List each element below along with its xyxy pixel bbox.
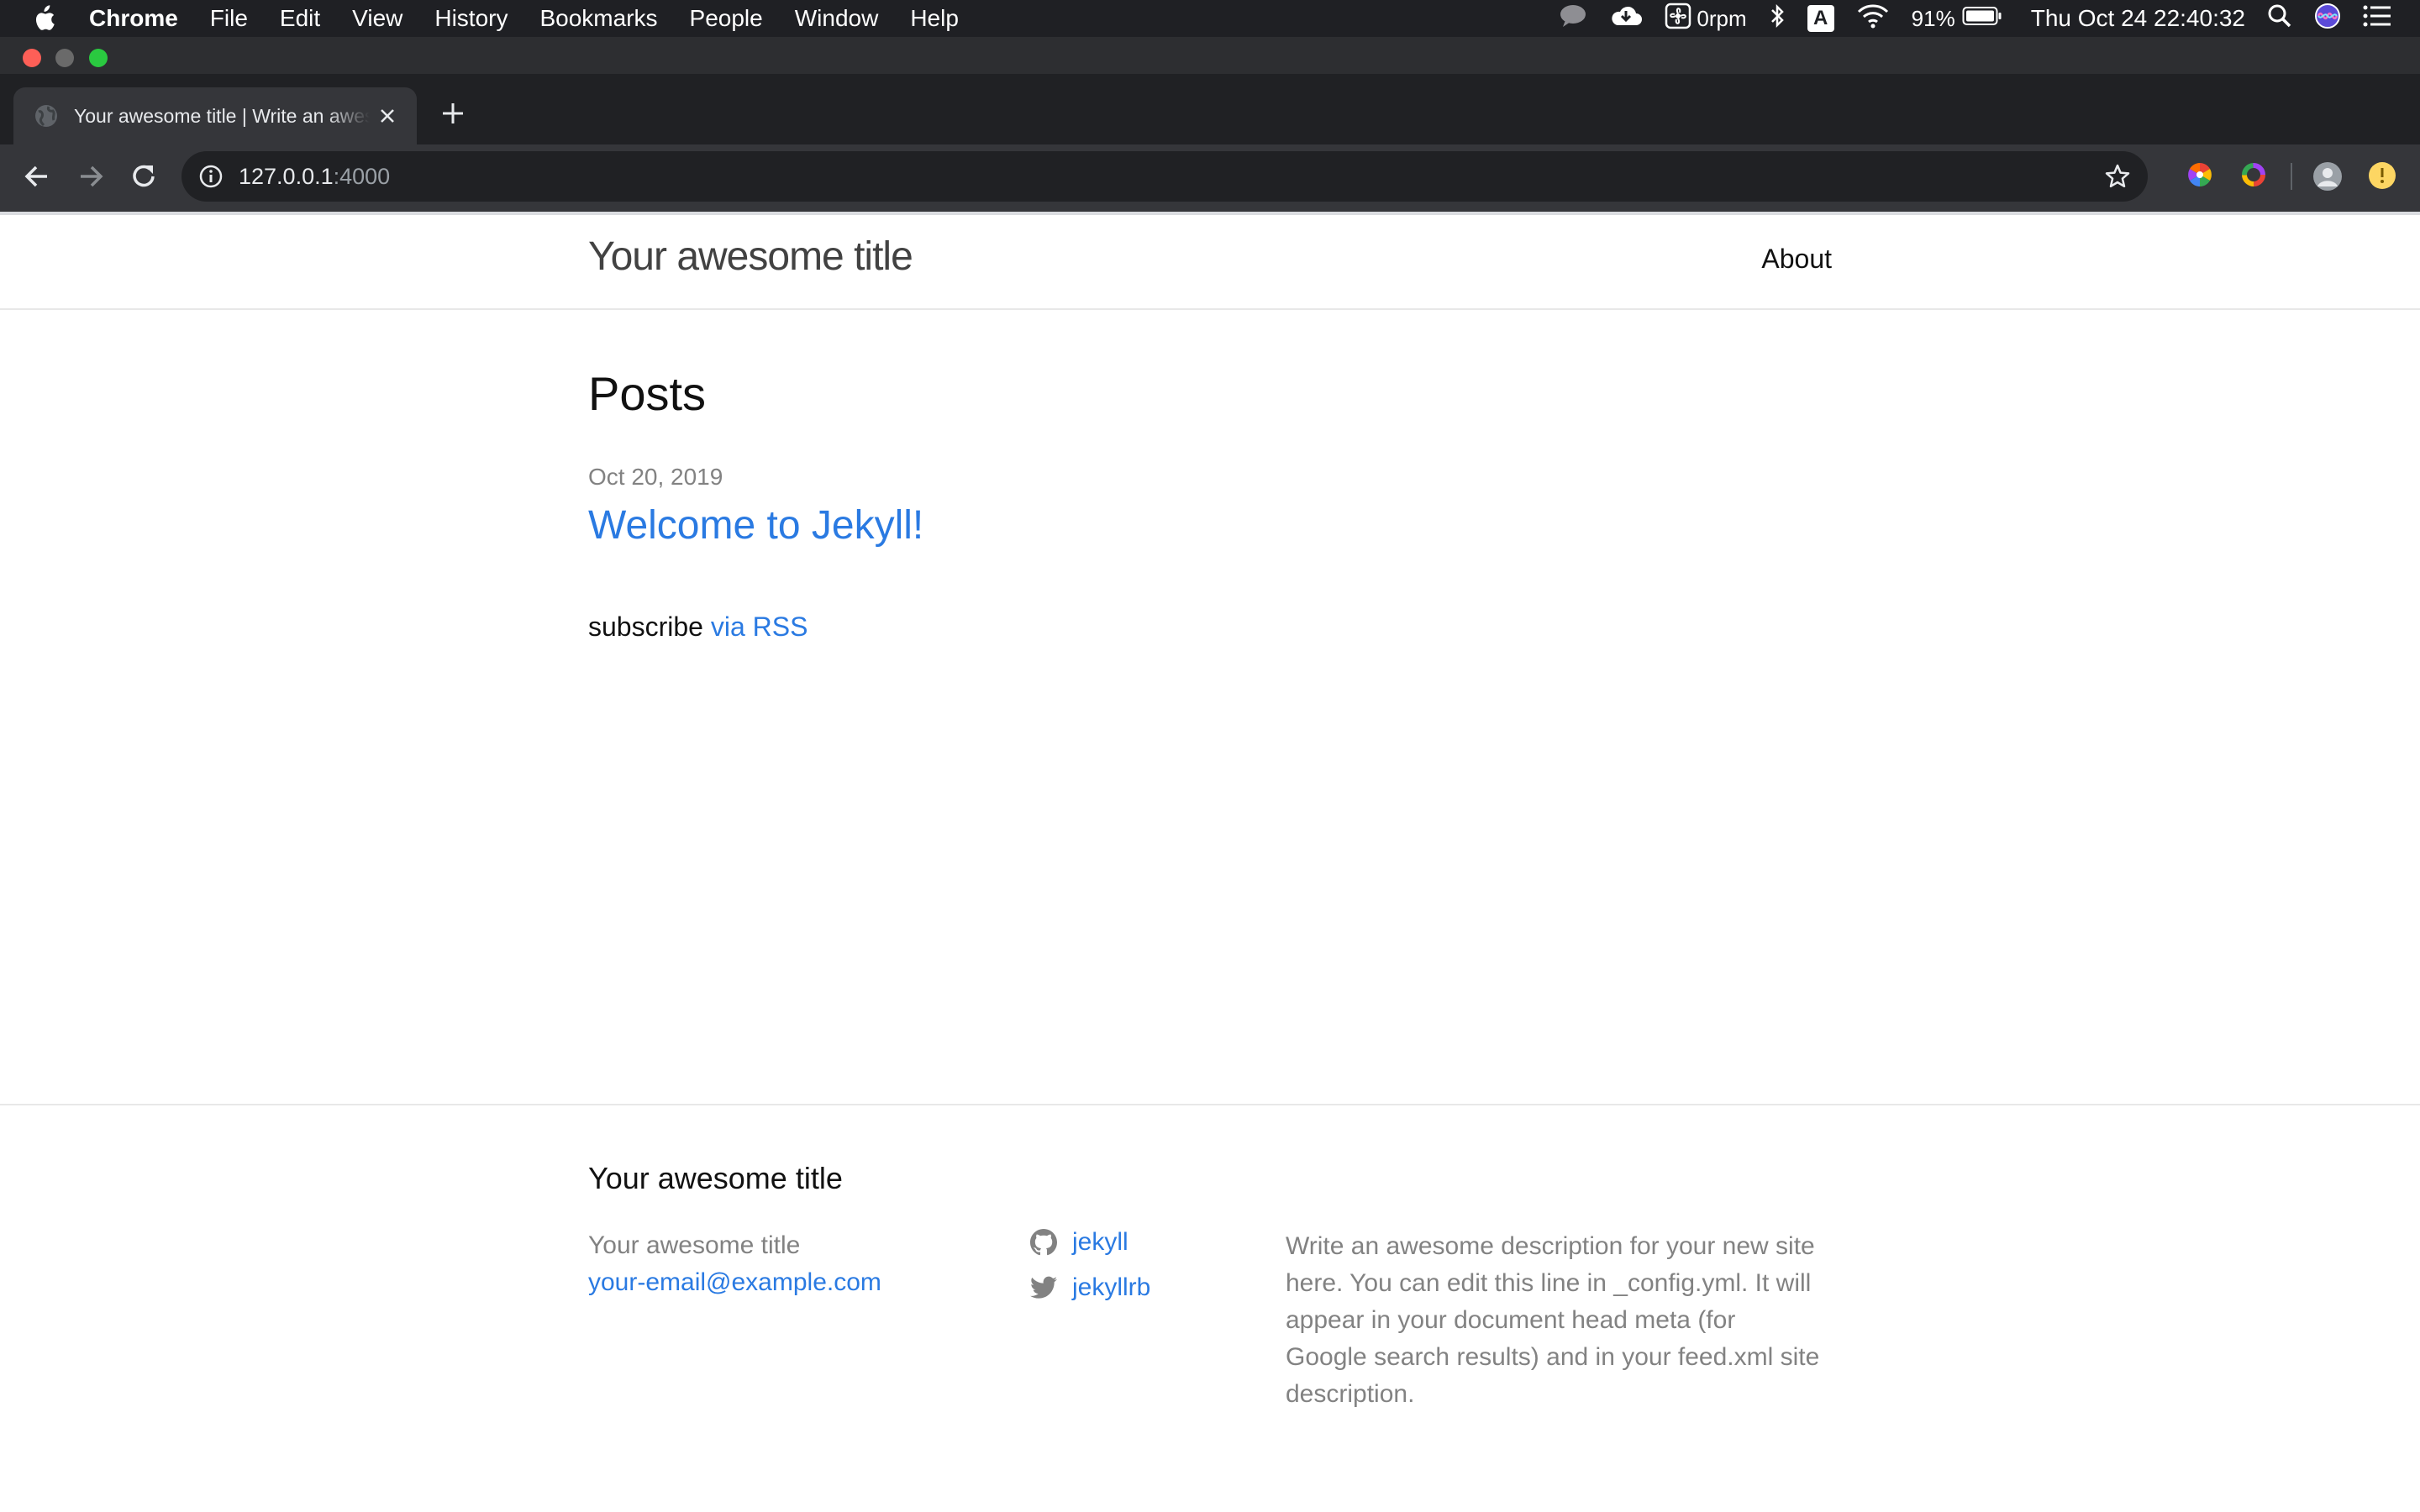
nav-about-link[interactable]: About bbox=[1761, 244, 1832, 275]
reload-icon[interactable] bbox=[131, 160, 158, 193]
siri-icon[interactable] bbox=[2314, 3, 2341, 35]
url-host: 127.0.0.1 bbox=[239, 163, 334, 189]
toolbar-separator bbox=[2291, 163, 2292, 190]
menu-window[interactable]: Window bbox=[795, 5, 879, 32]
wifi-icon[interactable] bbox=[1856, 3, 1890, 34]
subscribe-text: subscribe bbox=[588, 612, 703, 642]
bookmark-star-icon[interactable] bbox=[2104, 163, 2131, 190]
footer-site-name: Your awesome title bbox=[588, 1231, 801, 1259]
apple-logo-icon[interactable] bbox=[32, 5, 55, 32]
battery-status[interactable]: 91% bbox=[1912, 5, 2002, 32]
profile-avatar-icon[interactable] bbox=[2312, 161, 2343, 192]
subscribe-line: subscribe via RSS bbox=[588, 612, 808, 643]
fan-status[interactable]: 0rpm bbox=[1665, 3, 1747, 35]
site-footer: Your awesome title Your awesome title yo… bbox=[0, 1104, 2420, 1512]
bluetooth-icon[interactable] bbox=[1769, 3, 1786, 34]
update-indicator-icon[interactable] bbox=[2368, 161, 2396, 190]
browser-tab-active[interactable]: Your awesome title | Write an awesome de… bbox=[13, 87, 417, 144]
menu-history[interactable]: History bbox=[434, 5, 508, 32]
forward-arrow-icon[interactable] bbox=[77, 160, 104, 193]
post-title-link[interactable]: Welcome to Jekyll! bbox=[588, 502, 923, 549]
twitter-username: jekyllrb bbox=[1072, 1273, 1151, 1301]
footer-heading: Your awesome title bbox=[588, 1161, 843, 1195]
notification-center-icon[interactable] bbox=[2363, 4, 2391, 34]
color-extension-icon[interactable] bbox=[2186, 161, 2213, 188]
menubar-clock[interactable]: Thu Oct 24 22:40:32 bbox=[2031, 5, 2245, 32]
address-bar[interactable]: 127.0.0.1 :4000 bbox=[182, 151, 2148, 202]
rss-feed-link[interactable]: via RSS bbox=[711, 612, 808, 642]
messages-icon[interactable] bbox=[1559, 3, 1587, 34]
input-source-icon[interactable]: A bbox=[1807, 5, 1834, 32]
github-icon bbox=[1030, 1229, 1057, 1256]
site-title-link[interactable]: Your awesome title bbox=[588, 234, 913, 280]
menu-help[interactable]: Help bbox=[910, 5, 959, 32]
battery-icon bbox=[1962, 5, 2002, 32]
battery-percent: 91% bbox=[1911, 5, 1955, 31]
posts-heading: Posts bbox=[588, 367, 707, 420]
back-arrow-icon[interactable] bbox=[24, 160, 50, 193]
menu-view[interactable]: View bbox=[352, 5, 402, 32]
macos-menu-bar: Chrome File Edit View History Bookmarks … bbox=[0, 0, 2420, 37]
input-source-letter: A bbox=[1813, 7, 1828, 29]
menu-bookmarks[interactable]: Bookmarks bbox=[539, 5, 657, 32]
url-port: :4000 bbox=[333, 163, 391, 189]
ring-extension-icon[interactable] bbox=[2240, 161, 2267, 188]
fan-icon bbox=[1665, 3, 1691, 35]
site-header: Your awesome title About bbox=[0, 215, 2420, 310]
tab-strip: Your awesome title | Write an awesome de… bbox=[0, 74, 2420, 144]
window-close-button[interactable] bbox=[23, 49, 41, 67]
window-minimize-button[interactable] bbox=[55, 49, 74, 67]
github-username: jekyll bbox=[1072, 1228, 1128, 1256]
spotlight-search-icon[interactable] bbox=[2267, 3, 2292, 34]
tab-close-icon[interactable] bbox=[378, 107, 397, 125]
cloud-sync-icon[interactable] bbox=[1609, 3, 1643, 34]
footer-email-link[interactable]: your-email@example.com bbox=[588, 1268, 881, 1297]
menu-file[interactable]: File bbox=[210, 5, 248, 32]
fan-speed-text: 0rpm bbox=[1697, 5, 1747, 31]
window-title-bar bbox=[0, 37, 2420, 74]
menu-people[interactable]: People bbox=[690, 5, 763, 32]
tab-title: Your awesome title | Write an awesome de… bbox=[74, 104, 370, 127]
footer-site-description: Write an awesome description for your ne… bbox=[1286, 1232, 1820, 1408]
favicon-globe-icon bbox=[34, 103, 59, 129]
menu-edit[interactable]: Edit bbox=[280, 5, 320, 32]
github-profile-link[interactable]: jekyll bbox=[1030, 1228, 1128, 1257]
site-info-icon[interactable] bbox=[198, 164, 224, 189]
window-zoom-button[interactable] bbox=[89, 49, 108, 67]
new-tab-plus-icon[interactable] bbox=[440, 101, 466, 126]
twitter-icon bbox=[1030, 1276, 1057, 1299]
post-date: Oct 20, 2019 bbox=[588, 464, 723, 490]
twitter-profile-link[interactable]: jekyllrb bbox=[1030, 1273, 1150, 1302]
menu-app-name[interactable]: Chrome bbox=[89, 5, 178, 32]
